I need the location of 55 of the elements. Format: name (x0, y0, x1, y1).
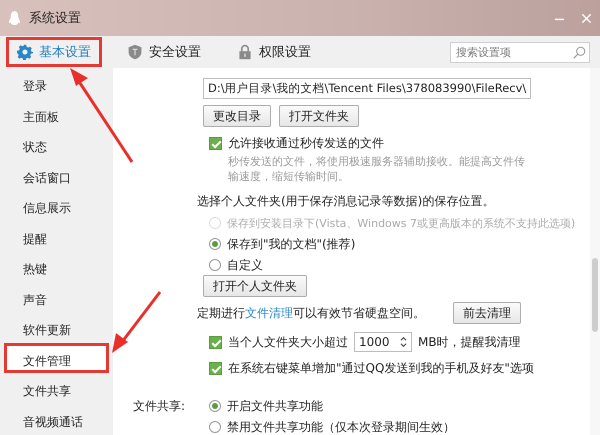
settings-tab[interactable]: 权限设置 (226, 37, 322, 67)
checkbox-label: 允许接收通过秒传发送的文件 (228, 135, 384, 152)
scrollbar-thumb[interactable] (592, 258, 598, 332)
radio-button[interactable] (209, 238, 221, 250)
radio-button[interactable] (209, 400, 221, 412)
radio-label: 禁用文件共享功能（仅本次登录期间生效） (227, 418, 455, 435)
radio-label: 自定义 (227, 256, 263, 274)
close-icon[interactable] (581, 12, 592, 24)
penguin-icon (8, 10, 21, 26)
radio-button[interactable] (209, 421, 221, 433)
cleanup-text: 定期进行文件清理可以有效节省硬盘空间。 (197, 304, 425, 322)
section-heading: 选择个人文件夹(用于保存消息记录等数据)的保存位置。 (197, 193, 496, 210)
spin-arrows-icon (400, 336, 407, 348)
sidebar-item[interactable]: 会话窗口 (4, 160, 109, 190)
sidebar-item[interactable]: 主面板 (4, 98, 109, 129)
settings-tab[interactable]: 基本设置 (6, 37, 102, 67)
checkbox-label: 在系统右键菜单增加"通过QQ发送到我的手机及好友"选项 (228, 360, 534, 377)
radio-button[interactable] (209, 259, 221, 271)
checkbox[interactable] (209, 362, 222, 375)
annotation-arrow (112, 291, 162, 353)
path-field[interactable]: D:\用户目录\我的文档\Tencent Files\378083990\FileRecv\ (203, 78, 532, 99)
cleanup-link[interactable]: 文件清理 (245, 306, 293, 320)
hint-text: 秒传发送的文件，将使用极速服务器辅助接收。能提高文件传输速度，缩短传输时间。 (228, 154, 526, 184)
sidebar-item[interactable]: 音视频通话 (4, 404, 109, 434)
scrollbar[interactable] (590, 68, 600, 435)
size-spinbox[interactable]: 1000 (354, 332, 412, 352)
sidebar-item[interactable]: 提醒 (4, 220, 109, 251)
open-folder-button[interactable]: 打开个人文件夹 (203, 275, 307, 297)
sidebar-item[interactable]: 登录 (4, 68, 109, 98)
checkbox-label: 当个人文件夹大小超过 (228, 334, 348, 350)
cleanup-button[interactable]: 前去清理 (453, 302, 521, 324)
radio-label: 保存到"我的文档"(推荐) (227, 236, 356, 252)
shield-icon (127, 44, 143, 60)
section-label: 文件共享: (132, 398, 186, 415)
sidebar-item[interactable]: 文件共享 (4, 373, 109, 404)
settings-tab[interactable]: 安全设置 (116, 37, 212, 67)
checkbox[interactable] (209, 137, 222, 150)
checkbox-row[interactable]: 允许接收通过秒传发送的文件 (209, 135, 590, 152)
sidebar-item[interactable]: 声音 (4, 282, 109, 312)
radio-label: 开启文件共享功能 (227, 398, 323, 414)
sidebar-item[interactable]: 热键 (4, 251, 109, 282)
checkbox[interactable] (209, 336, 222, 348)
search-field[interactable]: 搜索设置项 (450, 42, 590, 62)
sidebar-item[interactable]: 信息展示 (4, 190, 109, 220)
lock-icon (237, 44, 253, 60)
gear-icon (17, 44, 33, 60)
sidebar-item[interactable]: 状态 (4, 129, 109, 160)
search-icon (573, 46, 586, 58)
sidebar-item[interactable]: 软件更新 (4, 312, 109, 342)
sidebar-item[interactable]: 文件管理 (4, 342, 109, 373)
folder-button[interactable]: 打开文件夹 (279, 105, 359, 127)
unit-label: MB时，提醒我清理 (418, 334, 521, 350)
folder-button[interactable]: 更改目录 (203, 105, 271, 127)
radio-label: 保存到安装目录下(Vista、Windows 7或更高版本的系统不支持此选项) (227, 216, 576, 230)
window-title: 系统设置 (29, 10, 81, 27)
